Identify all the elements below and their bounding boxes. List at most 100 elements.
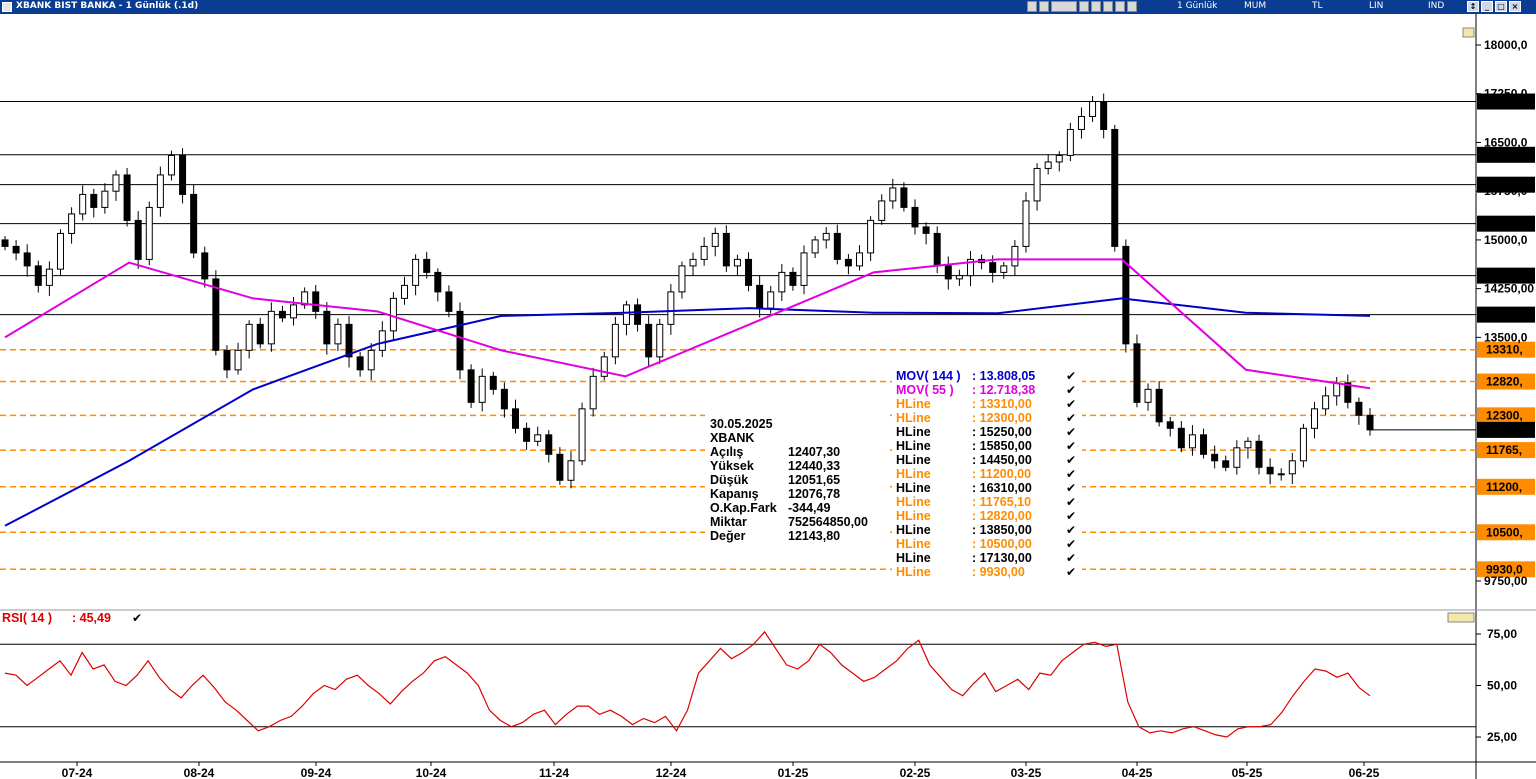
mov-55-line[interactable] [4,258,1371,390]
info-value-2: 12051,65 [788,473,840,487]
candle-body [434,271,442,293]
legend-check-icon[interactable]: ✔ [1066,453,1076,467]
indicator-button[interactable]: IND [1428,1,1444,11]
legend-value-14: : 9930,00 [972,565,1025,579]
candle-body [312,291,320,312]
legend-check-icon[interactable]: ✔ [1066,369,1076,383]
legend-value-1: : 12.718,38 [972,383,1035,397]
candle [1211,445,1219,469]
candle [1,236,9,251]
candle-body [212,278,220,351]
candle [1200,428,1208,459]
period-button[interactable]: 1 Günlük [1177,1,1217,11]
hline-label-10: 11200, [1486,480,1522,494]
info-value-0: 12407,30 [788,445,840,459]
hline-label-4: 14450, [1486,269,1523,283]
legend-check-icon[interactable]: ✔ [1066,397,1076,411]
legend-value-6: : 14450,00 [972,453,1032,467]
candle-body [134,219,142,260]
candle-body [1133,343,1141,403]
candle [134,211,142,269]
candle [578,402,586,466]
legend: MOV( 144 ): 13.808,05 ✔ MOV( 55 ): 12.718,… [892,368,1082,579]
minimize-icon[interactable]: _ [1481,1,1493,12]
maximize-icon[interactable]: □ [1495,1,1507,12]
info-label-4: O.Kap.Fark [710,501,777,515]
candle-body [356,356,364,371]
info-value-3: 12076,78 [788,487,840,501]
price-panel-toggle-icon[interactable] [1462,27,1475,38]
candle-body [1222,460,1230,468]
legend-check-icon[interactable]: ✔ [1066,551,1076,565]
arrow-tool-icon[interactable] [1127,1,1137,12]
candle [611,316,619,365]
legend-name-7: HLine [896,467,931,481]
legend-check-icon[interactable]: ✔ [1066,523,1076,537]
arrange-icon[interactable]: ↕ [1467,1,1479,12]
grid-tool-icon[interactable] [1091,1,1101,12]
rsi-panel-toggle-icon[interactable] [1447,612,1475,623]
legend-check-icon[interactable]: ✔ [1066,495,1076,509]
rsi-line[interactable] [4,630,1371,738]
candle [867,216,875,261]
candle-body [389,297,397,332]
cursor-tool-icon[interactable] [1027,1,1037,12]
candle [45,261,53,296]
candle-body [1322,395,1330,410]
toolbar [1027,1,1137,12]
candle [1000,261,1008,279]
candle [1077,107,1085,139]
candle-body [234,349,242,371]
candle [634,298,642,332]
candle-body [1177,427,1185,449]
legend-check-icon[interactable]: ✔ [1066,425,1076,439]
candle [423,251,431,279]
scale-button[interactable]: LIN [1369,1,1383,11]
legend-value-8: : 16310,00 [972,481,1032,495]
legend-check-icon[interactable]: ✔ [1066,439,1076,453]
x-tick-label-5: 12-24 [656,766,687,779]
info-value-1: 12440,33 [788,459,840,473]
legend-check-icon[interactable]: ✔ [1066,467,1076,481]
candle-body [1089,101,1097,117]
currency-button[interactable]: TL [1312,1,1323,11]
settings-tool-icon[interactable] [1115,1,1125,12]
compare-tool-icon[interactable] [1079,1,1089,12]
legend-check-icon[interactable]: ✔ [1066,537,1076,551]
close-icon[interactable]: × [1509,1,1521,12]
app-icon[interactable] [2,2,12,12]
chart-canvas[interactable]: 17130,16310,15850,15250,14450,13850,1331… [0,14,1536,779]
candle-body [900,187,908,208]
candle [1244,437,1252,459]
candle-body [112,174,120,192]
candle-body [1000,265,1008,273]
legend-name-1: MOV( 55 ) [896,383,954,397]
candle-body [68,213,76,234]
candle-body [589,375,597,410]
candle-body [223,349,231,371]
candle [323,302,331,355]
legend-check-icon[interactable]: ✔ [1066,411,1076,425]
legend-value-11: : 13850,00 [972,523,1032,537]
candle-body [1011,245,1019,267]
candle [1133,334,1141,408]
chart-style-button[interactable]: MUM [1244,1,1266,11]
candle [401,276,409,305]
candle [811,235,819,259]
mov-144-line[interactable] [4,297,1371,527]
period-select-icon[interactable] [1051,1,1077,12]
legend-name-9: HLine [896,495,931,509]
legend-check-icon[interactable]: ✔ [1066,509,1076,523]
candle [212,270,220,356]
x-tick-label-0: 07-24 [62,766,93,779]
pencil-tool-icon[interactable] [1103,1,1113,12]
legend-value-7: : 11200,00 [972,467,1031,481]
legend-check-icon[interactable]: ✔ [1066,383,1076,397]
candle-body [56,232,64,270]
legend-check-icon[interactable]: ✔ [1066,481,1076,495]
candle [789,267,797,291]
candle-body [412,258,420,286]
rsi-check-icon[interactable]: ✔ [132,611,142,625]
legend-check-icon[interactable]: ✔ [1066,565,1076,579]
zoom-tool-icon[interactable] [1039,1,1049,12]
